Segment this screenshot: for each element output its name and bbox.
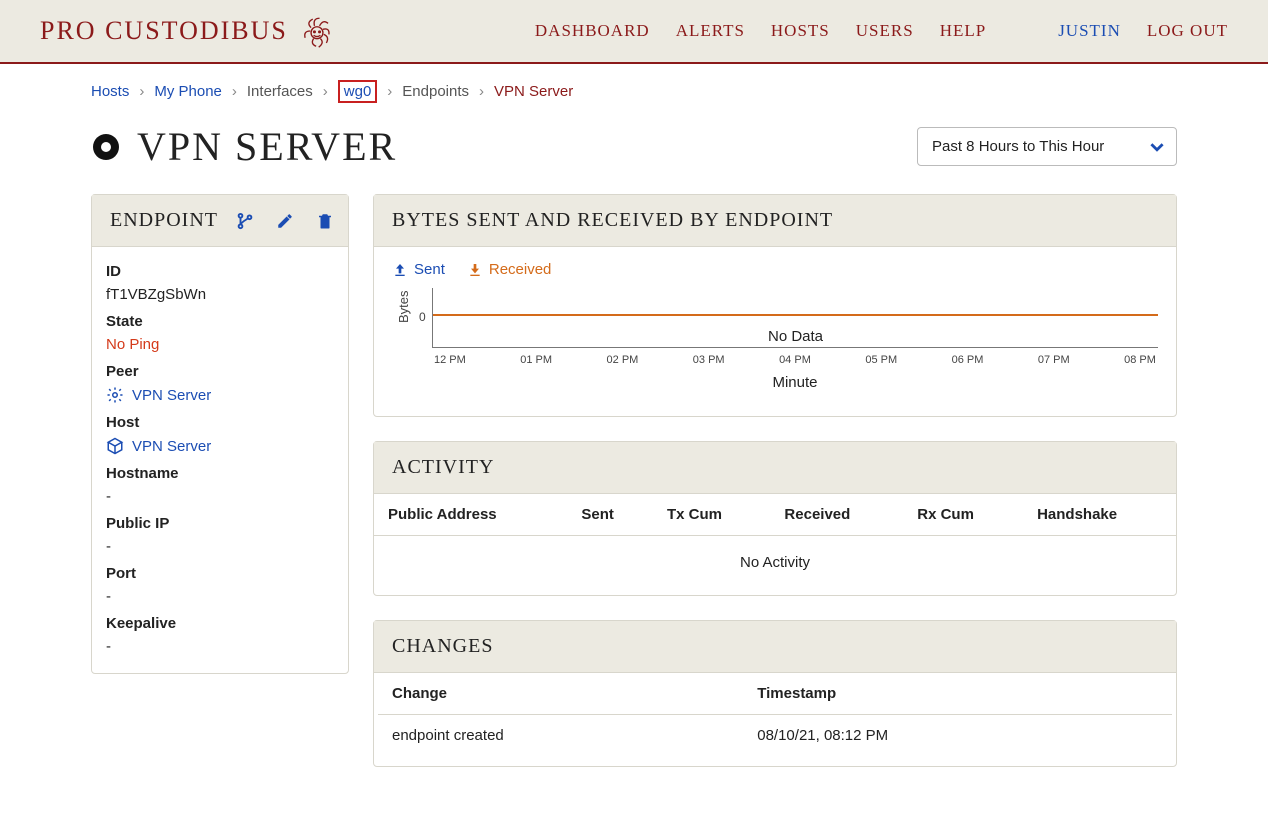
nav-hosts[interactable]: HOSTS bbox=[771, 21, 830, 41]
chart-tick-0: 0 bbox=[419, 310, 426, 324]
value-state: No Ping bbox=[106, 336, 334, 353]
topbar: PRO CUSTODIBUS DASHBOARD ALERTS HOSTS US… bbox=[0, 0, 1268, 64]
value-hostname: - bbox=[106, 488, 334, 505]
crumb-myphone[interactable]: My Phone bbox=[154, 83, 222, 100]
chart-y-label: Bytes bbox=[396, 290, 411, 323]
brand-name: PRO CUSTODIBUS bbox=[40, 16, 288, 46]
chart-x-tick: 05 PM bbox=[865, 354, 897, 366]
edit-icon[interactable] bbox=[276, 212, 294, 230]
chart-x-tick: 07 PM bbox=[1038, 354, 1070, 366]
change-text: endpoint created bbox=[378, 715, 743, 757]
chart-x-tick: 08 PM bbox=[1124, 354, 1156, 366]
endpoint-icon bbox=[91, 132, 121, 162]
legend-sent[interactable]: Sent bbox=[392, 261, 445, 278]
label-host: Host bbox=[106, 414, 334, 431]
col-public-address: Public Address bbox=[374, 494, 567, 536]
col-sent: Sent bbox=[567, 494, 653, 536]
activity-table: Public Address Sent Tx Cum Received Rx C… bbox=[374, 494, 1176, 536]
changes-table: Change Timestamp endpoint created 08/10/… bbox=[378, 673, 1172, 756]
time-range-value: Past 8 Hours to This Hour bbox=[932, 138, 1104, 155]
chevron-right-icon: › bbox=[387, 83, 392, 100]
crumb-interfaces: Interfaces bbox=[247, 83, 313, 100]
col-change: Change bbox=[378, 673, 743, 715]
crumb-hosts[interactable]: Hosts bbox=[91, 83, 129, 100]
label-id: ID bbox=[106, 263, 334, 280]
nav-logout[interactable]: LOG OUT bbox=[1147, 21, 1228, 41]
chart-card: BYTES SENT AND RECEIVED BY ENDPOINT Sent bbox=[373, 194, 1177, 417]
label-publicip: Public IP bbox=[106, 515, 334, 532]
endpoint-card-title: ENDPOINT bbox=[110, 209, 218, 232]
chevron-right-icon: › bbox=[479, 83, 484, 100]
value-publicip: - bbox=[106, 538, 334, 555]
label-state: State bbox=[106, 313, 334, 330]
chevron-right-icon: › bbox=[323, 83, 328, 100]
download-icon bbox=[467, 262, 483, 278]
chart-x-tick: 01 PM bbox=[520, 354, 552, 366]
chart-series-line bbox=[433, 314, 1158, 316]
crumb-endpoints: Endpoints bbox=[402, 83, 469, 100]
legend-received[interactable]: Received bbox=[467, 261, 552, 278]
label-keepalive: Keepalive bbox=[106, 615, 334, 632]
chart-x-tick: 12 PM bbox=[434, 354, 466, 366]
changes-card: CHANGES Change Timestamp endpoint create… bbox=[373, 620, 1177, 767]
activity-card: ACTIVITY Public Address Sent Tx Cum Rece… bbox=[373, 441, 1177, 596]
table-row: endpoint created 08/10/21, 08:12 PM bbox=[378, 715, 1172, 757]
medusa-icon bbox=[300, 14, 334, 48]
chart-x-tick: 04 PM bbox=[779, 354, 811, 366]
cube-icon bbox=[106, 437, 124, 455]
label-port: Port bbox=[106, 565, 334, 582]
chart-card-title: BYTES SENT AND RECEIVED BY ENDPOINT bbox=[392, 209, 833, 232]
col-handshake: Handshake bbox=[1023, 494, 1176, 536]
endpoint-card: ENDPOINT ID fT1VBZgSbWn State bbox=[91, 194, 349, 674]
nav-help[interactable]: HELP bbox=[940, 21, 987, 41]
col-txcum: Tx Cum bbox=[653, 494, 770, 536]
chevron-down-icon bbox=[1150, 140, 1164, 154]
col-timestamp: Timestamp bbox=[743, 673, 1172, 715]
nav-current-user[interactable]: JUSTIN bbox=[1058, 21, 1121, 41]
value-id: fT1VBZgSbWn bbox=[106, 286, 334, 303]
label-hostname: Hostname bbox=[106, 465, 334, 482]
chart-x-tick: 02 PM bbox=[607, 354, 639, 366]
time-range-select[interactable]: Past 8 Hours to This Hour bbox=[917, 127, 1177, 166]
page-title: VPN SERVER bbox=[91, 123, 397, 170]
chart-plot-area: Bytes 0 No Data 12 PM01 PM02 PM03 PM04 P… bbox=[432, 288, 1158, 398]
nav-alerts[interactable]: ALERTS bbox=[676, 21, 745, 41]
value-keepalive: - bbox=[106, 638, 334, 655]
changes-card-title: CHANGES bbox=[392, 635, 493, 658]
activity-card-title: ACTIVITY bbox=[392, 456, 494, 479]
label-peer: Peer bbox=[106, 363, 334, 380]
chevron-right-icon: › bbox=[232, 83, 237, 100]
upload-icon bbox=[392, 262, 408, 278]
chart-x-tick: 06 PM bbox=[952, 354, 984, 366]
nav-users[interactable]: USERS bbox=[856, 21, 914, 41]
nav: DASHBOARD ALERTS HOSTS USERS HELP JUSTIN… bbox=[535, 21, 1228, 41]
branch-icon[interactable] bbox=[236, 212, 254, 230]
value-port: - bbox=[106, 588, 334, 605]
trash-icon[interactable] bbox=[316, 212, 334, 230]
breadcrumb: Hosts › My Phone › Interfaces › wg0 › En… bbox=[91, 64, 1177, 113]
crumb-wg0[interactable]: wg0 bbox=[338, 80, 378, 103]
activity-empty: No Activity bbox=[374, 536, 1176, 595]
chart-x-label: Minute bbox=[432, 374, 1158, 391]
crumb-current: VPN Server bbox=[494, 83, 573, 100]
chart-x-tick: 03 PM bbox=[693, 354, 725, 366]
chevron-right-icon: › bbox=[139, 83, 144, 100]
chart-x-ticks: 12 PM 01 PM 02 PM 03 PM 04 PM 05 PM 06 PM 07 PM… bbox=[432, 354, 1158, 366]
brand[interactable]: PRO CUSTODIBUS bbox=[40, 14, 334, 48]
col-received: Received bbox=[770, 494, 903, 536]
col-rxcum: Rx Cum bbox=[903, 494, 1023, 536]
change-timestamp: 08/10/21, 08:12 PM bbox=[743, 715, 1172, 757]
peer-link[interactable]: VPN Server bbox=[106, 386, 334, 404]
gear-icon bbox=[106, 386, 124, 404]
nav-dashboard[interactable]: DASHBOARD bbox=[535, 21, 650, 41]
chart-no-data: No Data bbox=[433, 328, 1158, 345]
host-link[interactable]: VPN Server bbox=[106, 437, 334, 455]
